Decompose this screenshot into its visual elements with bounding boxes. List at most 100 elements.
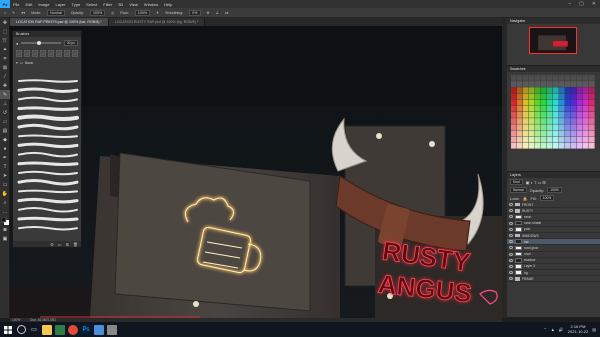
color-swatch[interactable] — [529, 130, 535, 137]
brush-stroke-list[interactable] — [17, 75, 79, 239]
color-swatch[interactable] — [583, 75, 589, 81]
color-swatch[interactable] — [547, 105, 553, 112]
trash-icon[interactable]: 🗑 — [73, 242, 78, 247]
more-tools-icon[interactable]: … — [0, 207, 10, 216]
eye-icon[interactable] — [509, 234, 513, 238]
brush-preset-stroke[interactable] — [17, 123, 79, 131]
color-swatch[interactable] — [571, 130, 577, 137]
lasso-tool-icon[interactable]: ➰ — [0, 36, 10, 45]
color-swatch[interactable] — [583, 112, 589, 118]
task-view-icon[interactable]: ▭ — [29, 325, 39, 335]
color-swatch[interactable] — [577, 87, 583, 94]
color-swatch[interactable] — [553, 136, 559, 143]
layer-kind-filter[interactable]: Kind — [510, 179, 523, 185]
layer-row[interactable]: FRAME — [507, 276, 600, 283]
brush-preset-stroke[interactable] — [17, 216, 79, 222]
brush-preset-stroke[interactable] — [17, 161, 79, 167]
color-swatch[interactable] — [511, 124, 517, 131]
color-swatch[interactable] — [583, 87, 589, 94]
color-swatch[interactable] — [583, 142, 589, 149]
brush-preset-stroke[interactable] — [17, 142, 79, 149]
color-swatch[interactable] — [535, 99, 541, 106]
airbrush-icon[interactable]: ✈ — [156, 11, 159, 15]
color-swatch[interactable] — [517, 81, 523, 87]
color-swatch[interactable] — [571, 81, 577, 87]
color-swatch[interactable] — [553, 112, 559, 118]
color-swatch[interactable] — [541, 130, 547, 137]
color-swatch[interactable] — [553, 142, 559, 149]
menu-edit[interactable]: Edit — [22, 2, 35, 7]
brush-preset-stroke[interactable] — [17, 87, 79, 93]
shape-tool-icon[interactable]: ▭ — [0, 180, 10, 189]
color-swatch[interactable] — [583, 105, 589, 112]
color-swatch[interactable] — [559, 99, 565, 106]
brush-preset-stroke[interactable] — [17, 197, 79, 204]
color-swatch[interactable] — [511, 93, 517, 100]
color-swatch[interactable] — [589, 87, 595, 94]
pressure-opacity-icon[interactable]: ◎ — [111, 11, 114, 15]
color-swatch[interactable] — [583, 81, 589, 87]
network-icon[interactable]: ▲ — [551, 327, 555, 332]
brush-preset-stroke[interactable] — [18, 79, 78, 83]
color-swatch[interactable] — [589, 124, 595, 131]
color-swatch[interactable] — [553, 105, 559, 112]
color-swatch[interactable] — [559, 112, 565, 118]
color-swatch[interactable] — [571, 142, 577, 149]
close-icon[interactable]: ✕ — [592, 1, 596, 7]
color-swatch[interactable] — [511, 105, 517, 112]
color-swatch[interactable] — [589, 93, 595, 100]
minimize-icon[interactable]: – — [568, 1, 571, 7]
eye-icon[interactable] — [509, 252, 513, 256]
brush-preset-stroke[interactable] — [17, 178, 79, 186]
color-swatch[interactable] — [565, 87, 571, 94]
color-swatch[interactable] — [565, 136, 571, 143]
color-swatch[interactable] — [565, 93, 571, 100]
color-swatch[interactable] — [517, 105, 523, 112]
eye-icon[interactable] — [509, 227, 513, 231]
color-swatch[interactable] — [523, 112, 529, 118]
color-swatch[interactable] — [577, 118, 583, 124]
layer-opacity-field[interactable]: 100% — [547, 187, 562, 193]
color-swatch[interactable] — [565, 124, 571, 131]
color-swatch[interactable] — [589, 81, 595, 87]
color-swatch[interactable] — [547, 99, 553, 106]
color-swatch[interactable] — [583, 130, 589, 137]
color-swatch[interactable] — [547, 124, 553, 131]
navigator-preview[interactable] — [529, 27, 577, 54]
color-swatch[interactable] — [517, 93, 523, 100]
color-swatch[interactable] — [529, 87, 535, 94]
windows-start-icon[interactable] — [3, 325, 13, 335]
history-brush-tool-icon[interactable]: ↺ — [0, 108, 10, 117]
new-brush-icon[interactable]: ⊞ — [66, 242, 69, 247]
color-swatch[interactable] — [577, 75, 583, 81]
pen-tool-icon[interactable]: ✒ — [0, 153, 10, 162]
eye-icon[interactable] — [509, 258, 513, 262]
color-swatch[interactable] — [535, 87, 541, 94]
smoothing-field[interactable]: 0% — [189, 9, 201, 16]
color-swatch[interactable] — [511, 75, 517, 81]
tab-location-rusty-rap[interactable]: LOCATION RUSTY RAP.psd @ 100% (bg, RGB/8… — [108, 18, 206, 26]
eye-icon[interactable] — [509, 221, 513, 225]
type-tool-icon[interactable]: T — [0, 162, 10, 171]
brush-preset-stroke[interactable] — [18, 96, 78, 103]
color-swatch[interactable] — [541, 124, 547, 131]
color-swatch[interactable] — [541, 99, 547, 106]
color-swatch[interactable] — [553, 75, 559, 81]
new-group-icon[interactable]: ▭ — [58, 242, 62, 247]
clock[interactable]: 2:16 PM 2021-10-22 — [568, 324, 588, 334]
color-swatch[interactable] — [535, 136, 541, 143]
menu-3d[interactable]: 3D — [115, 2, 126, 7]
color-swatches-icon[interactable] — [0, 216, 10, 225]
color-swatch[interactable] — [577, 93, 583, 100]
eye-icon[interactable] — [509, 215, 513, 219]
document-canvas[interactable]: RUSTY RUSTY ANGUS ANGUS — [10, 26, 502, 318]
color-swatch[interactable] — [553, 124, 559, 131]
color-swatch[interactable] — [535, 112, 541, 118]
eye-icon[interactable] — [509, 203, 513, 207]
lock-icon[interactable]: 🔒 — [523, 196, 528, 201]
menu-type[interactable]: Type — [69, 2, 84, 7]
menu-layer[interactable]: Layer — [52, 2, 68, 7]
brush-settings-icon[interactable]: ⚙ — [50, 242, 54, 247]
search-icon[interactable] — [16, 325, 26, 335]
color-swatch[interactable] — [523, 81, 529, 87]
